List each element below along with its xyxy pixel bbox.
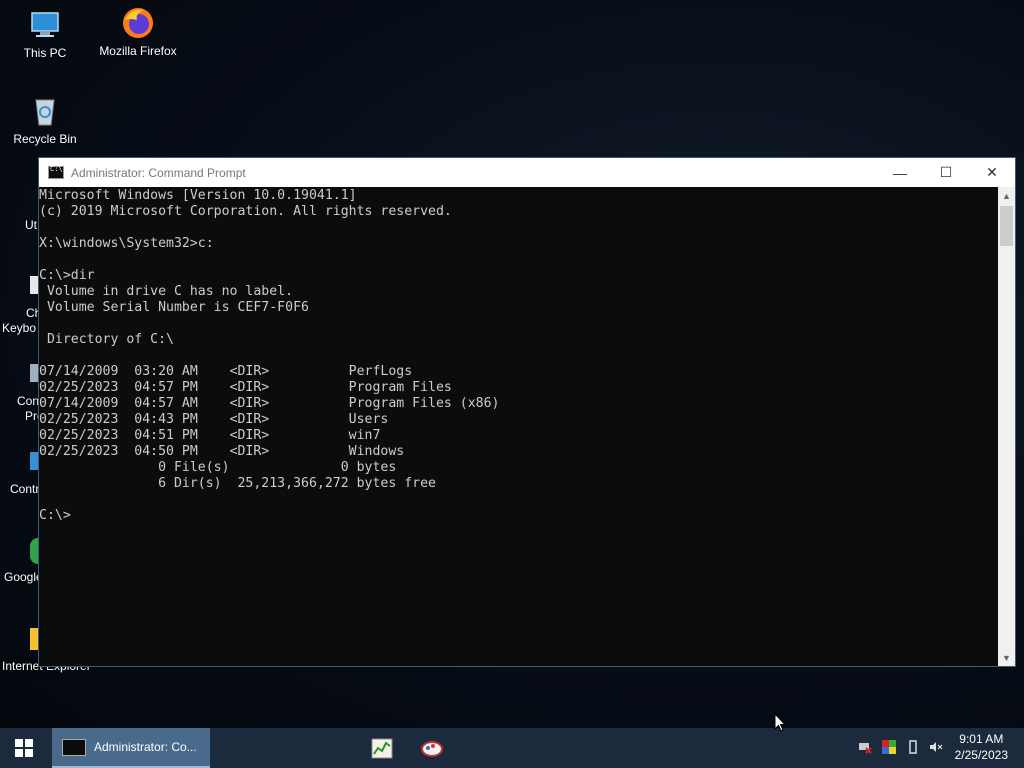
network-error-icon[interactable] bbox=[858, 740, 872, 754]
window-title: Administrator: Command Prompt bbox=[71, 165, 246, 180]
pinned-task-manager-icon[interactable] bbox=[370, 736, 394, 760]
maximize-button[interactable]: ☐ bbox=[923, 158, 969, 187]
desktop-icon-this-pc[interactable]: This PC bbox=[0, 8, 90, 60]
console-line: (c) 2019 Microsoft Corporation. All righ… bbox=[39, 204, 452, 219]
partial-keyboard-icon bbox=[30, 276, 38, 294]
console-line: 02/25/2023 04:57 PM <DIR> Program Files bbox=[39, 380, 452, 395]
windows-logo-icon bbox=[15, 739, 33, 757]
taskbar-item-command-prompt[interactable]: Administrator: Co... bbox=[52, 728, 210, 768]
command-prompt-window[interactable]: Administrator: Command Prompt — ☐ ✕ Micr… bbox=[38, 157, 1016, 667]
desktop-icon-firefox[interactable]: Mozilla Firefox bbox=[93, 6, 183, 58]
clock-time: 9:01 AM bbox=[959, 732, 1004, 746]
usb-drive-icon[interactable] bbox=[906, 740, 920, 754]
partial-control-icon bbox=[30, 364, 38, 382]
this-pc-label: This PC bbox=[23, 46, 67, 60]
console-output[interactable]: Microsoft Windows [Version 10.0.19041.1]… bbox=[39, 187, 1000, 666]
this-pc-icon bbox=[28, 8, 62, 42]
command-prompt-icon bbox=[48, 165, 64, 179]
scroll-up-arrow-icon[interactable]: ▲ bbox=[998, 187, 1015, 204]
console-line: 02/25/2023 04:50 PM <DIR> Windows bbox=[39, 444, 405, 459]
partial-label-contr: Contr bbox=[10, 482, 40, 496]
partial-label-google: Google bbox=[4, 570, 43, 584]
clock-date: 2/25/2023 bbox=[954, 748, 1008, 762]
pinned-paint-icon[interactable] bbox=[420, 736, 444, 760]
console-line: C:\> bbox=[39, 508, 71, 523]
firefox-icon bbox=[121, 6, 155, 40]
minimize-button[interactable]: — bbox=[877, 158, 923, 187]
console-line: Microsoft Windows [Version 10.0.19041.1] bbox=[39, 188, 357, 203]
console-line: 0 File(s) 0 bytes bbox=[39, 460, 397, 475]
partial-label-ut: Ut bbox=[25, 218, 37, 232]
console-line: Volume in drive C has no label. bbox=[39, 284, 294, 299]
recycle-bin-icon bbox=[28, 94, 62, 128]
console-line: C:\>dir bbox=[39, 268, 95, 283]
console-line: Volume Serial Number is CEF7-F0F6 bbox=[39, 300, 309, 315]
partial-chrome-icon bbox=[30, 538, 38, 564]
scroll-down-arrow-icon[interactable]: ▼ bbox=[998, 649, 1015, 666]
command-prompt-icon bbox=[62, 738, 86, 756]
title-bar[interactable]: Administrator: Command Prompt — ☐ ✕ bbox=[39, 158, 1015, 187]
partial-label-keybo: Keybo bbox=[2, 321, 37, 335]
console-line: 07/14/2009 03:20 AM <DIR> PerfLogs bbox=[39, 364, 413, 379]
console-line: 6 Dir(s) 25,213,366,272 bytes free bbox=[39, 476, 436, 491]
scroll-thumb[interactable] bbox=[1000, 206, 1013, 246]
desktop-icon-recycle-bin[interactable]: Recycle Bin bbox=[0, 94, 90, 146]
console-line: 07/14/2009 04:57 AM <DIR> Program Files … bbox=[39, 396, 500, 411]
volume-muted-icon[interactable] bbox=[929, 740, 943, 754]
vertical-scrollbar[interactable]: ▲ ▼ bbox=[998, 187, 1015, 666]
partial-label-con: Con bbox=[17, 394, 40, 408]
console-line: 02/25/2023 04:43 PM <DIR> Users bbox=[39, 412, 389, 427]
start-button[interactable] bbox=[0, 728, 48, 768]
recycle-bin-label: Recycle Bin bbox=[13, 132, 77, 146]
console-line: Directory of C:\ bbox=[39, 332, 174, 347]
partial-ie-icon bbox=[30, 628, 38, 650]
firefox-label: Mozilla Firefox bbox=[99, 44, 177, 58]
close-button[interactable]: ✕ bbox=[969, 158, 1015, 187]
taskbar: Administrator: Co... 9:01 AM 2/25/2023 bbox=[0, 728, 1024, 768]
display-color-icon[interactable] bbox=[882, 740, 896, 754]
mouse-cursor-icon bbox=[774, 712, 787, 733]
system-clock[interactable]: 9:01 AM 2/25/2023 bbox=[955, 731, 1008, 763]
taskbar-item-label: Administrator: Co... bbox=[94, 740, 197, 754]
partial-control-panel-icon bbox=[30, 452, 38, 470]
console-line: X:\windows\System32>c: bbox=[39, 236, 214, 251]
console-line: 02/25/2023 04:51 PM <DIR> win7 bbox=[39, 428, 381, 443]
